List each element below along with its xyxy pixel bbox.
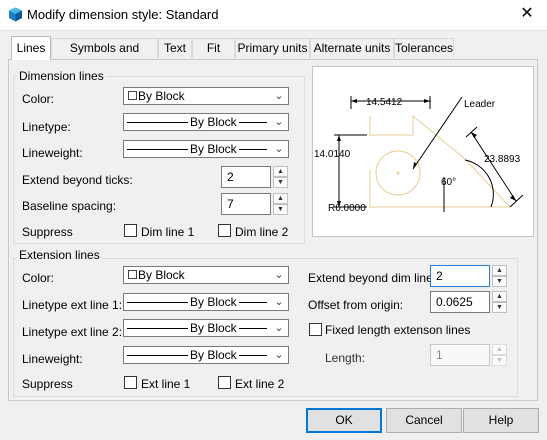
chevron-down-icon: ⌄	[274, 143, 284, 155]
preview-leader: Leader	[464, 99, 496, 110]
length-value: 1	[436, 348, 443, 362]
ext-color-value: By Block	[138, 268, 185, 282]
extend-beyond-ticks-value: 2	[227, 170, 234, 184]
dim-line-2-checkbox[interactable]	[218, 224, 231, 237]
ext-lineweight-dropdown[interactable]: By Block ⌄	[123, 346, 289, 364]
ext-linetype-2-dropdown[interactable]: By Block ⌄	[123, 319, 289, 337]
spin-down-icon[interactable]: ▼	[492, 355, 507, 366]
spin-down-icon[interactable]: ▼	[492, 276, 507, 287]
length-input[interactable]: 1	[430, 344, 490, 366]
baseline-spacing-value: 7	[227, 197, 234, 211]
spin-up-icon[interactable]: ▲	[492, 291, 507, 302]
ext-lineweight-label: Lineweight:	[22, 352, 83, 366]
ext-linetype-1-value: By Block	[188, 295, 239, 309]
offset-from-origin-label: Offset from origin:	[308, 298, 404, 312]
spin-down-icon[interactable]: ▼	[273, 204, 288, 215]
ext-linetype-1-dropdown[interactable]: By Block ⌄	[123, 293, 289, 311]
help-button[interactable]: Help	[463, 408, 539, 433]
chevron-down-icon: ⌄	[274, 90, 284, 102]
spin-up-icon[interactable]: ▲	[492, 344, 507, 355]
dim-lineweight-value: By Block	[188, 142, 239, 156]
color-swatch	[128, 270, 137, 279]
preview-drawing: 14.5412 14.0140 23.8893 60° R6.0000 Lead…	[314, 96, 524, 214]
preview-dim-right: 23.8893	[484, 154, 521, 165]
fixed-length-label: Fixed length extenson lines	[325, 323, 471, 337]
preview-radius: R6.0000	[328, 203, 366, 214]
tab-alternate-units[interactable]: Alternate units	[310, 38, 394, 58]
dim-linetype-label: Linetype:	[22, 120, 71, 134]
dim-lineweight-dropdown[interactable]: By Block ⌄	[123, 140, 289, 158]
ext-linetype-2-label: Linetype ext line 2:	[22, 325, 123, 339]
chevron-down-icon: ⌄	[274, 116, 284, 128]
color-swatch	[128, 91, 137, 100]
ext-line-2-checkbox[interactable]	[218, 376, 231, 389]
cancel-button[interactable]: Cancel	[386, 408, 462, 433]
offset-from-origin-input[interactable]: 0.0625	[430, 291, 490, 313]
dim-line-2-label: Dim line 2	[235, 225, 289, 239]
chevron-down-icon: ⌄	[274, 269, 284, 281]
chevron-down-icon: ⌄	[274, 296, 284, 308]
close-icon[interactable]: ✕	[517, 4, 537, 24]
chevron-down-icon: ⌄	[274, 322, 284, 334]
spin-down-icon[interactable]: ▼	[492, 302, 507, 313]
ext-line-1-checkbox[interactable]	[124, 376, 137, 389]
dim-color-value: By Block	[138, 89, 185, 103]
dim-linetype-dropdown[interactable]: By Block ⌄	[123, 113, 289, 131]
offset-from-origin-value: 0.0625	[436, 295, 473, 309]
dimension-preview: 14.5412 14.0140 23.8893 60° R6.0000 Lead…	[312, 66, 534, 237]
dim-line-1-label: Dim line 1	[141, 225, 195, 239]
ext-color-label: Color:	[22, 271, 55, 285]
extension-lines-title: Extension lines	[17, 248, 102, 262]
dim-linetype-value: By Block	[188, 115, 239, 129]
dim-color-dropdown[interactable]: By Block ⌄	[123, 87, 289, 105]
ext-line-1-label: Ext line 1	[141, 377, 191, 391]
tab-lines[interactable]: Lines	[11, 36, 51, 60]
baseline-spacing-input[interactable]: 7	[221, 193, 271, 215]
dimension-lines-title: Dimension lines	[17, 69, 106, 83]
extend-beyond-dim-lines-input[interactable]: 2	[430, 265, 490, 287]
spin-up-icon[interactable]: ▲	[273, 166, 288, 177]
tab-symbols-and-arrows[interactable]: Symbols and arrows	[51, 38, 158, 74]
ok-button[interactable]: OK	[306, 408, 382, 433]
length-label: Length:	[325, 351, 366, 365]
dim-lineweight-label: Lineweight:	[22, 146, 83, 160]
tab-fit[interactable]: Fit	[192, 38, 235, 58]
extend-beyond-ticks-input[interactable]: 2	[221, 166, 271, 188]
extend-beyond-dim-lines-label: Extend beyond dim lines:	[308, 271, 443, 285]
ext-linetype-1-label: Linetype ext line 1:	[22, 298, 123, 312]
window-title: Modify dimension style: Standard	[27, 7, 219, 22]
tab-tolerances[interactable]: Tolerances	[394, 38, 454, 58]
tab-text[interactable]: Text	[158, 38, 192, 58]
spin-up-icon[interactable]: ▲	[273, 193, 288, 204]
dim-color-label: Color:	[22, 92, 55, 106]
spin-down-icon[interactable]: ▼	[273, 177, 288, 188]
preview-dim-top: 14.5412	[366, 97, 403, 108]
ext-suppress-label: Suppress	[22, 377, 73, 391]
extend-beyond-ticks-label: Extend beyond ticks:	[22, 173, 133, 187]
ext-line-2-label: Ext line 2	[235, 377, 285, 391]
ext-linetype-2-value: By Block	[188, 321, 239, 335]
preview-dim-left: 14.0140	[314, 149, 351, 160]
chevron-down-icon: ⌄	[274, 349, 284, 361]
ext-color-dropdown[interactable]: By Block ⌄	[123, 266, 289, 284]
fixed-length-checkbox[interactable]	[309, 323, 322, 336]
ext-lineweight-value: By Block	[188, 348, 239, 362]
dim-suppress-label: Suppress	[22, 225, 73, 239]
dim-line-1-checkbox[interactable]	[124, 224, 137, 237]
preview-angle: 60°	[441, 177, 456, 188]
app-icon	[9, 7, 22, 22]
tab-primary-units[interactable]: Primary units	[235, 38, 310, 58]
extend-beyond-dim-lines-value: 2	[436, 269, 443, 283]
baseline-spacing-label: Baseline spacing:	[22, 199, 117, 213]
spin-up-icon[interactable]: ▲	[492, 265, 507, 276]
